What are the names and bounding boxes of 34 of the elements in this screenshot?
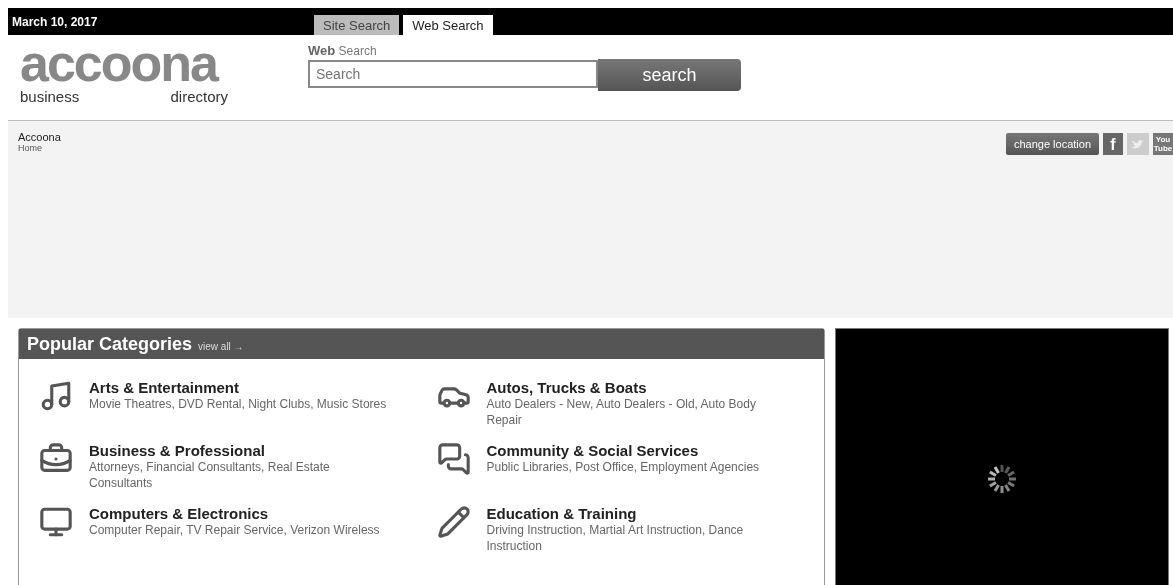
category-link[interactable]: Arts & Entertainment — [89, 379, 387, 396]
category-subtitle: Public Libraries, Post Office, Employment Agencies — [486, 459, 760, 475]
youtube-icon[interactable]: You Tube — [1153, 133, 1173, 155]
date-text: March 10, 2017 — [11, 14, 99, 29]
panel-title: Popular Categories — [27, 333, 193, 355]
pencil-icon — [436, 505, 471, 539]
facebook-icon[interactable]: f — [1103, 133, 1123, 155]
loading-spinner-icon — [987, 464, 1017, 494]
category-link[interactable]: Education & Training — [486, 505, 787, 522]
category-subtitle: Movie Theatres, DVD Rental, Night Clubs, Music Stores — [89, 396, 387, 412]
view-all-link[interactable]: view all → — [198, 341, 244, 352]
change-location-button[interactable]: change location — [1005, 133, 1099, 155]
search-tab[interactable]: Site Search — [314, 15, 400, 35]
category-subtitle: Auto Dealers - New, Auto Dealers - Old, Auto Body Repair — [486, 396, 757, 428]
music-note-icon — [39, 379, 73, 413]
category-link[interactable]: Computers & Electronics — [89, 505, 380, 522]
bird-icon[interactable] — [1127, 133, 1149, 155]
search-tab[interactable]: Web Search — [403, 15, 493, 35]
speech-bubbles-icon — [436, 442, 471, 476]
category-link[interactable]: Business & Professional — [89, 442, 389, 459]
category-link[interactable]: Community & Social Services — [486, 442, 760, 459]
category-subtitle: Attorneys, Financial Consultants, Real Estate Consultants — [89, 459, 331, 491]
logo-tagline: business — [20, 89, 80, 104]
monitor-icon — [39, 505, 73, 539]
logo-tagline: directory — [170, 89, 228, 104]
page-title: Accoona — [18, 131, 61, 143]
category-subtitle: Driving Instruction, Martial Art Instruction, Dance Instruction — [486, 522, 745, 554]
category-subtitle: Computer Repair, TV Repair Service, Verizon Wireless — [89, 522, 380, 538]
search-button[interactable]: search — [598, 59, 741, 91]
search-field[interactable]: Search — [308, 60, 598, 88]
category-link[interactable]: Autos, Trucks & Boats — [486, 379, 787, 396]
home-link[interactable]: Home — [18, 143, 61, 153]
logo-wordmark: accoona — [20, 37, 217, 89]
search-label: Web Search — [308, 43, 378, 58]
